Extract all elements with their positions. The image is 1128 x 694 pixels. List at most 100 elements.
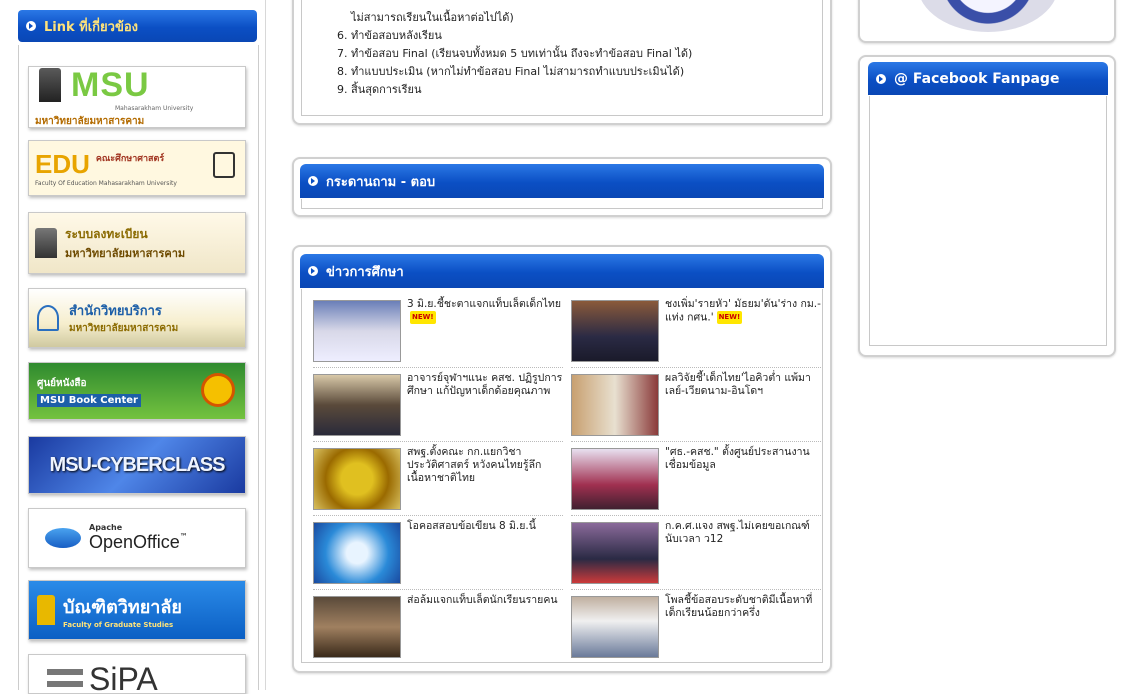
- news-headline-text[interactable]: 3 มิ.ย.ชี้ชะตาแจกแท็บเล็ตเด็กไทย: [407, 298, 561, 310]
- openoffice-banner[interactable]: Apache OpenOffice ™: [28, 508, 246, 568]
- msu-banner[interactable]: MSU Mahasarakham University มหาวิทยาลัยม…: [28, 66, 246, 128]
- news-thumbnail[interactable]: [313, 448, 401, 510]
- news-thumbnail[interactable]: [313, 522, 401, 584]
- step-item: 7. ทำข้อสอบ Final (เรียนจบทั้งหมด 5 บทเท…: [337, 47, 693, 60]
- news-item[interactable]: ส่อล้มแจกแท็บเล็ตนักเรียนรายคน: [313, 592, 563, 662]
- library-logo-icon: [37, 305, 59, 331]
- steps-list: ไม่สามารถเรียนในเนื้อหาต่อไปได้) 6. ทำข้…: [337, 9, 692, 99]
- links-header: Link ที่เกี่ยวข้อง: [18, 10, 257, 42]
- news-thumbnail[interactable]: [313, 300, 401, 362]
- openoffice-title: OpenOffice: [89, 532, 180, 552]
- msu-title: MSU: [71, 66, 150, 104]
- news-headline[interactable]: ชงเพิ่ม'รายหัว' มัธยม'ดัน'ร่าง กม.-แท่ง …: [665, 298, 821, 325]
- library-banner[interactable]: สำนักวิทยบริการ มหาวิทยาลัยมหาสารคาม: [28, 288, 246, 348]
- registrar-banner[interactable]: ระบบลงทะเบียน มหาวิทยาลัยมหาสารคาม: [28, 212, 246, 274]
- news-headline[interactable]: ก.ค.ศ.แจง สพฐ.ไม่เคยขอเกณฑ์นับเวลา ว12: [665, 520, 821, 546]
- sipa-title: SiPA: [89, 661, 158, 694]
- bullet-icon: [308, 176, 318, 186]
- edu-banner[interactable]: EDU คณะศึกษาศาสตร์ Faculty Of Education …: [28, 140, 246, 196]
- graduate-logo-icon: [37, 595, 55, 625]
- news-headline-text[interactable]: ชงเพิ่ม'รายหัว' มัธยม'ดัน'ร่าง กม.-แท่ง …: [665, 298, 821, 324]
- graduate-banner[interactable]: บัณฑิตวิทยาลัย Faculty of Graduate Studi…: [28, 580, 246, 640]
- step-item: 9. สิ้นสุดการเรียน: [337, 83, 422, 96]
- news-thumbnail[interactable]: [571, 448, 659, 510]
- registrar-title: ระบบลงทะเบียน: [65, 226, 148, 241]
- news-header[interactable]: ข่าวการศึกษา: [300, 254, 824, 288]
- news-separator: [313, 589, 563, 590]
- step-item: 8. ทำแบบประเมิน (หากไม่ทำข้อสอบ Final ไม…: [337, 65, 685, 78]
- new-badge: NEW!: [716, 311, 743, 324]
- news-headline-text[interactable]: ก.ค.ศ.แจง สพฐ.ไม่เคยขอเกณฑ์นับเวลา ว12: [665, 520, 810, 545]
- news-separator: [571, 589, 821, 590]
- msu-logo-icon: [39, 68, 61, 102]
- news-headline-text[interactable]: ส่อล้มแจกแท็บเล็ตนักเรียนรายคน: [407, 594, 558, 606]
- news-thumbnail[interactable]: [313, 374, 401, 436]
- library-title: สำนักวิทยบริการ: [69, 304, 162, 319]
- links-title: Link ที่เกี่ยวข้อง: [44, 19, 139, 35]
- news-headline-text[interactable]: โอคอสสอบข้อเขียน 8 มิ.ย.นี้: [407, 520, 536, 532]
- news-separator: [571, 441, 821, 442]
- registrar-logo-icon: [35, 228, 57, 258]
- news-headline[interactable]: อาจารย์จุฬาฯแนะ คสช. ปฏิรูปการศึกษา แก้ป…: [407, 372, 563, 398]
- qa-header[interactable]: กระดานถาม - ตอบ: [300, 164, 824, 198]
- left-sidebar: Link ที่เกี่ยวข้อง MSU Mahasarakham Univ…: [10, 0, 266, 694]
- news-item[interactable]: ผลวิจัยชี้'เด็กไทย'ไอคิวต่ำ แพ้มาเลย์-เว…: [571, 370, 821, 440]
- facebook-header[interactable]: @ Facebook Fanpage: [868, 62, 1108, 95]
- book-center-logo-icon: [201, 373, 235, 407]
- openoffice-apache: Apache: [89, 523, 123, 532]
- edu-title: EDU: [35, 149, 90, 179]
- qa-title: กระดานถาม - ตอบ: [326, 174, 436, 190]
- library-thai: มหาวิทยาลัยมหาสารคาม: [69, 323, 179, 334]
- news-thumbnail[interactable]: [571, 596, 659, 658]
- news-headline[interactable]: สพฐ.ตั้งคณะ กก.แยกวิชาประวัติศาสตร์ หวัง…: [407, 446, 563, 485]
- news-item[interactable]: ก.ค.ศ.แจง สพฐ.ไม่เคยขอเกณฑ์นับเวลา ว12: [571, 518, 821, 588]
- news-thumbnail[interactable]: [571, 522, 659, 584]
- news-item[interactable]: โพลชี้ข้อสอบระดับชาติมีเนื้อหาที่เด็กเรี…: [571, 592, 821, 662]
- news-headline-text[interactable]: โพลชี้ข้อสอบระดับชาติมีเนื้อหาที่เด็กเรี…: [665, 594, 812, 619]
- news-headline[interactable]: 3 มิ.ย.ชี้ชะตาแจกแท็บเล็ตเด็กไทยNEW!: [407, 298, 563, 325]
- step-item: ไม่สามารถเรียนในเนื้อหาต่อไปได้): [351, 11, 514, 24]
- sipa-banner[interactable]: SiPA: [28, 654, 246, 694]
- news-headline[interactable]: ผลวิจัยชี้'เด็กไทย'ไอคิวต่ำ แพ้มาเลย์-เว…: [665, 372, 821, 398]
- openoffice-gull-icon: [45, 528, 81, 548]
- cyberclass-title: MSU-CYBERCLASS: [49, 453, 226, 476]
- step-item: 6. ทำข้อสอบหลังเรียน: [337, 29, 442, 42]
- news-headline-text[interactable]: อาจารย์จุฬาฯแนะ คสช. ปฏิรูปการศึกษา แก้ป…: [407, 372, 562, 397]
- news-headline[interactable]: ส่อล้มแจกแท็บเล็ตนักเรียนรายคน: [407, 594, 563, 607]
- news-item[interactable]: สพฐ.ตั้งคณะ กก.แยกวิชาประวัติศาสตร์ หวัง…: [313, 444, 563, 514]
- msu-thai-name: มหาวิทยาลัยมหาสารคาม: [35, 115, 145, 127]
- news-thumbnail[interactable]: [571, 300, 659, 362]
- news-item[interactable]: 3 มิ.ย.ชี้ชะตาแจกแท็บเล็ตเด็กไทยNEW!: [313, 296, 563, 366]
- book-center-title: ศูนย์หนังสือ: [37, 377, 87, 389]
- book-center-banner[interactable]: ศูนย์หนังสือ MSU Book Center: [28, 362, 246, 420]
- news-separator: [313, 515, 563, 516]
- news-item[interactable]: อาจารย์จุฬาฯแนะ คสช. ปฏิรูปการศึกษา แก้ป…: [313, 370, 563, 440]
- news-item[interactable]: "ศธ.-คสช." ตั้งศูนย์ประสานงานเชื่อมข้อมู…: [571, 444, 821, 514]
- news-thumbnail[interactable]: [571, 374, 659, 436]
- news-thumbnail[interactable]: [313, 596, 401, 658]
- news-separator: [571, 515, 821, 516]
- news-headline[interactable]: โอคอสสอบข้อเขียน 8 มิ.ย.นี้: [407, 520, 563, 533]
- news-separator: [571, 367, 821, 368]
- facebook-title: @ Facebook Fanpage: [894, 70, 1060, 87]
- new-badge: NEW!: [410, 311, 436, 324]
- news-item[interactable]: ชงเพิ่ม'รายหัว' มัธยม'ดัน'ร่าง กม.-แท่ง …: [571, 296, 821, 366]
- qa-body: [301, 199, 823, 209]
- graduate-sub: Faculty of Graduate Studies: [63, 620, 174, 629]
- news-title: ข่าวการศึกษา: [326, 264, 404, 280]
- news-item[interactable]: โอคอสสอบข้อเขียน 8 มิ.ย.นี้: [313, 518, 563, 588]
- news-separator: [313, 367, 563, 368]
- news-headline-text[interactable]: "ศธ.-คสช." ตั้งศูนย์ประสานงานเชื่อมข้อมู…: [665, 446, 810, 471]
- edu-thai: คณะศึกษาศาสตร์: [95, 153, 165, 164]
- bullet-icon: [26, 21, 36, 31]
- news-headline[interactable]: โพลชี้ข้อสอบระดับชาติมีเนื้อหาที่เด็กเรี…: [665, 594, 821, 620]
- book-center-sub: MSU Book Center: [37, 393, 141, 407]
- cyberclass-banner[interactable]: MSU-CYBERCLASS: [28, 436, 246, 494]
- news-headline[interactable]: "ศธ.-คสช." ตั้งศูนย์ประสานงานเชื่อมข้อมู…: [665, 446, 821, 472]
- bullet-icon: [876, 73, 886, 84]
- facebook-body: [869, 96, 1107, 346]
- news-headline-text[interactable]: ผลวิจัยชี้'เด็กไทย'ไอคิวต่ำ แพ้มาเลย์-เว…: [665, 372, 811, 397]
- news-headline-text[interactable]: สพฐ.ตั้งคณะ กก.แยกวิชาประวัติศาสตร์ หวัง…: [407, 446, 541, 484]
- openoffice-tm: ™: [179, 532, 188, 541]
- msu-subtitle: Mahasarakham University: [115, 104, 194, 112]
